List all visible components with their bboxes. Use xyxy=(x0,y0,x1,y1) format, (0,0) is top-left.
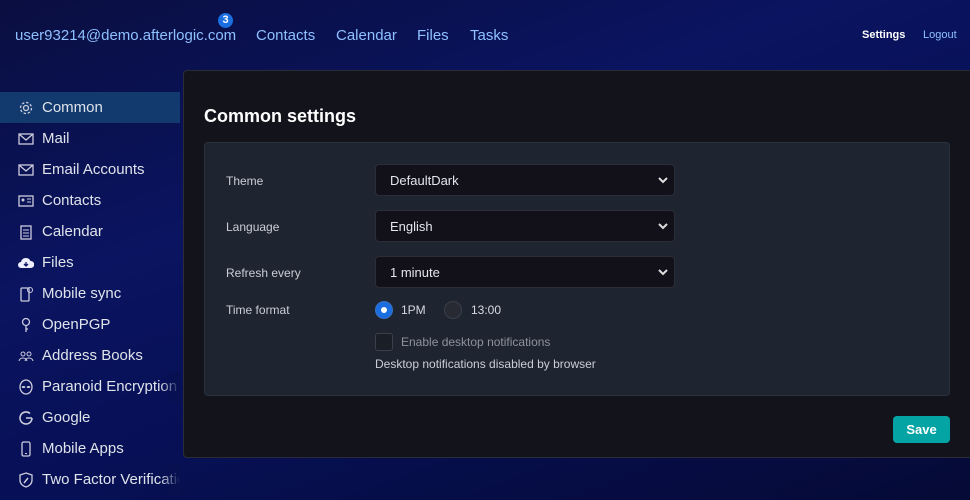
sidebar-item-label: Email Accounts xyxy=(42,161,145,178)
sidebar-item-label: Common xyxy=(42,99,103,116)
sidebar-item-label: Address Books xyxy=(42,347,143,364)
radio-24h-label[interactable]: 13:00 xyxy=(471,303,501,317)
radio-24h[interactable] xyxy=(444,301,462,319)
top-bar: user93214@demo.afterlogic.com 3 Contacts… xyxy=(0,0,970,70)
logout-link[interactable]: Logout xyxy=(923,29,957,41)
google-icon xyxy=(19,410,33,425)
sidebar-item-label: OpenPGP xyxy=(42,316,111,333)
sidebar-item-label: Two Factor Verification xyxy=(42,471,180,488)
nav-files[interactable]: Files xyxy=(417,27,449,44)
sidebar-item-mobile-apps[interactable]: Mobile Apps xyxy=(0,433,180,464)
chevron-down-icon xyxy=(658,269,668,276)
refresh-label: Refresh every xyxy=(226,266,301,280)
nav-calendar[interactable]: Calendar xyxy=(336,27,397,44)
sidebar-item-contacts[interactable]: Contacts xyxy=(0,185,180,216)
sidebar-item-mail[interactable]: Mail xyxy=(0,123,180,154)
sidebar-item-label: Contacts xyxy=(42,192,102,209)
key-icon xyxy=(21,317,31,332)
phone-icon xyxy=(21,440,31,457)
contact-card-icon xyxy=(18,194,34,207)
notifications-note: Desktop notifications disabled by browse… xyxy=(375,357,596,371)
notifications-checkbox[interactable] xyxy=(375,333,393,351)
sidebar-item-paranoid-encryption[interactable]: Paranoid Encryption xyxy=(0,371,180,402)
sidebar-item-label: Files xyxy=(42,254,74,271)
nav-tasks[interactable]: Tasks xyxy=(470,27,508,44)
notifications-label[interactable]: Enable desktop notifications xyxy=(401,335,550,349)
time-format-label: Time format xyxy=(226,303,290,317)
settings-sidebar: Common Mail Email Accounts Contacts Calendar… xyxy=(0,92,180,495)
theme-label: Theme xyxy=(226,174,264,188)
cloud-download-icon xyxy=(18,257,34,268)
gear-icon xyxy=(19,101,33,114)
language-label: Language xyxy=(226,220,280,234)
sidebar-item-label: Mail xyxy=(42,130,70,147)
people-icon xyxy=(18,351,34,361)
shield-icon xyxy=(19,471,33,488)
refresh-select[interactable]: 1 minute xyxy=(375,256,675,288)
page-title: Common settings xyxy=(204,106,357,126)
nav-contacts[interactable]: Contacts xyxy=(256,27,315,44)
alien-icon xyxy=(19,378,33,395)
sidebar-item-address-books[interactable]: Address Books xyxy=(0,340,180,371)
chevron-down-icon xyxy=(658,223,668,230)
mobile-sync-icon xyxy=(20,286,33,302)
save-button[interactable]: Save xyxy=(893,416,950,443)
language-value: English xyxy=(390,219,433,234)
sidebar-item-calendar[interactable]: Calendar xyxy=(0,216,180,247)
theme-select[interactable]: DefaultDark xyxy=(375,164,675,196)
theme-value: DefaultDark xyxy=(390,173,459,188)
sidebar-item-two-factor-verification[interactable]: Two Factor Verification xyxy=(0,464,180,495)
radio-1pm-label[interactable]: 1PM xyxy=(401,303,426,317)
settings-panel: Common settings Theme DefaultDark Langua… xyxy=(183,70,970,458)
unread-badge: 3 xyxy=(218,13,233,28)
radio-1pm[interactable] xyxy=(375,301,393,319)
sidebar-item-openpgp[interactable]: OpenPGP xyxy=(0,309,180,340)
envelope-icon xyxy=(18,132,34,145)
sidebar-item-email-accounts[interactable]: Email Accounts xyxy=(0,154,180,185)
refresh-value: 1 minute xyxy=(390,265,440,280)
sidebar-item-mobile-sync[interactable]: Mobile sync xyxy=(0,278,180,309)
sidebar-item-label: Paranoid Encryption xyxy=(42,378,178,395)
settings-link[interactable]: Settings xyxy=(862,29,905,41)
chevron-down-icon xyxy=(658,177,668,184)
sidebar-item-label: Google xyxy=(42,409,91,426)
calendar-icon xyxy=(20,224,32,240)
sidebar-item-files[interactable]: Files xyxy=(0,247,180,278)
settings-form: Theme DefaultDark Language English Refre… xyxy=(204,142,950,396)
sidebar-item-common[interactable]: Common xyxy=(0,92,180,123)
language-select[interactable]: English xyxy=(375,210,675,242)
sidebar-item-label: Mobile Apps xyxy=(42,440,124,457)
envelope-icon xyxy=(18,163,34,176)
sidebar-item-label: Mobile sync xyxy=(42,285,122,302)
user-email-link[interactable]: user93214@demo.afterlogic.com xyxy=(15,27,236,44)
sidebar-item-label: Calendar xyxy=(42,223,103,240)
sidebar-item-google[interactable]: Google xyxy=(0,402,180,433)
